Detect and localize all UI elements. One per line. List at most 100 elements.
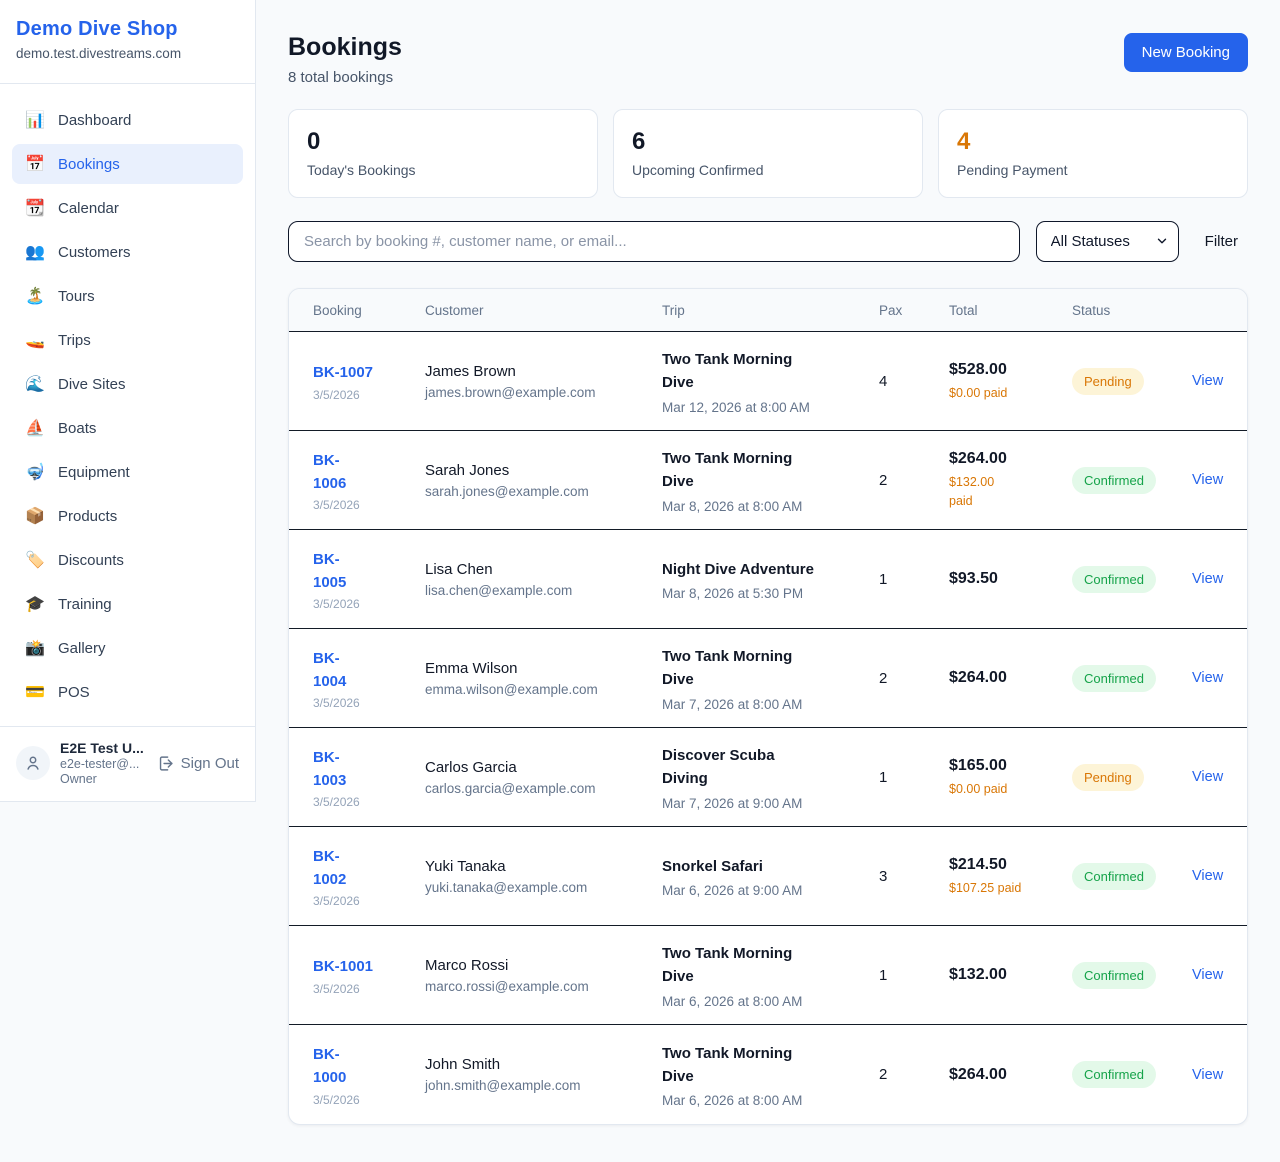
trip-cell: Two Tank Morning Dive Mar 7, 2026 at 8:0… [662, 645, 879, 712]
sidebar-item-equipment[interactable]: 🤿 Equipment [12, 452, 243, 492]
sidebar: Demo Dive Shop demo.test.divestreams.com… [0, 0, 256, 802]
search-input[interactable] [288, 221, 1020, 262]
booking-number-link[interactable]: BK-1001 [313, 955, 425, 978]
view-link[interactable]: View [1192, 769, 1223, 785]
stat-label: Upcoming Confirmed [632, 162, 904, 178]
customer-name: Yuki Tanaka [425, 858, 662, 875]
booking-cell: BK- 1004 3/5/2026 [313, 647, 425, 711]
total-amount: $528.00 [949, 361, 1072, 379]
trip-name: Two Tank Morning Dive [662, 447, 879, 494]
sidebar-item-tours[interactable]: 🏝️ Tours [12, 276, 243, 316]
customer-cell: John Smith john.smith@example.com [425, 1056, 662, 1093]
actions-cell: View [1192, 471, 1223, 489]
total-cell: $264.00 [949, 669, 1072, 687]
sidebar-item-pos[interactable]: 💳 POS [12, 672, 243, 712]
booking-number-link[interactable]: BK- 1005 [313, 548, 425, 595]
dashboard-icon: 📊 [24, 110, 46, 130]
trip-datetime: Mar 6, 2026 at 9:00 AM [662, 883, 879, 898]
user-icon [24, 754, 42, 772]
customer-email: carlos.garcia@example.com [425, 781, 662, 796]
status-badge: Confirmed [1072, 1061, 1156, 1088]
status-cell: Confirmed [1072, 1061, 1192, 1088]
total-cell: $93.50 [949, 570, 1072, 588]
table-row: BK- 1005 3/5/2026 Lisa Chen lisa.chen@ex… [289, 530, 1247, 629]
table-header-row: Booking Customer Trip Pax Total Status [289, 289, 1247, 332]
pax-cell: 2 [879, 472, 949, 489]
boats-icon: ⛵ [24, 418, 46, 438]
sidebar-item-products[interactable]: 📦 Products [12, 496, 243, 536]
sidebar-item-bookings[interactable]: 📅 Bookings [12, 144, 243, 184]
column-header-customer: Customer [425, 303, 662, 318]
view-link[interactable]: View [1192, 1067, 1223, 1083]
paid-amount: $0.00 paid [949, 384, 1072, 403]
pax-cell: 1 [879, 571, 949, 588]
booking-number-link[interactable]: BK- 1000 [313, 1043, 425, 1090]
booking-number-link[interactable]: BK- 1006 [313, 449, 425, 496]
sidebar-item-label: Discounts [58, 552, 124, 569]
stat-value: 4 [957, 129, 1229, 155]
table-row: BK- 1002 3/5/2026 Yuki Tanaka yuki.tanak… [289, 827, 1247, 926]
shop-name[interactable]: Demo Dive Shop [16, 18, 239, 41]
total-cell: $214.50 $107.25 paid [949, 856, 1072, 898]
booking-number-link[interactable]: BK- 1003 [313, 746, 425, 793]
trips-icon: 🚤 [24, 330, 46, 350]
booking-number-link[interactable]: BK-1007 [313, 361, 425, 384]
total-cell: $264.00 $132.00 paid [949, 450, 1072, 511]
view-link[interactable]: View [1192, 967, 1223, 983]
table-body: BK-1007 3/5/2026 James Brown james.brown… [289, 332, 1247, 1124]
trip-cell: Discover Scuba Diving Mar 7, 2026 at 9:0… [662, 744, 879, 811]
sidebar-item-label: Calendar [58, 200, 119, 217]
sidebar-item-label: Dive Sites [58, 376, 126, 393]
sign-out-label: Sign Out [181, 755, 239, 772]
total-cell: $165.00 $0.00 paid [949, 757, 1072, 799]
booking-cell: BK-1007 3/5/2026 [313, 361, 425, 401]
column-header-status: Status [1072, 303, 1192, 318]
booking-number-link[interactable]: BK- 1004 [313, 647, 425, 694]
view-link[interactable]: View [1192, 670, 1223, 686]
customer-name: John Smith [425, 1056, 662, 1073]
booking-cell: BK- 1005 3/5/2026 [313, 548, 425, 612]
stat-label: Today's Bookings [307, 162, 579, 178]
equipment-icon: 🤿 [24, 462, 46, 482]
status-badge: Confirmed [1072, 962, 1156, 989]
view-link[interactable]: View [1192, 868, 1223, 884]
sidebar-item-dive-sites[interactable]: 🌊 Dive Sites [12, 364, 243, 404]
customers-icon: 👥 [24, 242, 46, 262]
status-badge: Pending [1072, 764, 1144, 791]
trip-name: Two Tank Morning Dive [662, 1042, 879, 1089]
paid-amount: $107.25 paid [949, 879, 1072, 898]
view-link[interactable]: View [1192, 571, 1223, 587]
sidebar-item-calendar[interactable]: 📆 Calendar [12, 188, 243, 228]
table-row: BK- 1006 3/5/2026 Sarah Jones sarah.jone… [289, 431, 1247, 530]
sidebar-item-trips[interactable]: 🚤 Trips [12, 320, 243, 360]
new-booking-button[interactable]: New Booking [1124, 33, 1248, 72]
sign-out-button[interactable]: Sign Out [157, 755, 239, 772]
paid-amount: $132.00 paid [949, 473, 1072, 511]
stat-label: Pending Payment [957, 162, 1229, 178]
booking-number-link[interactable]: BK- 1002 [313, 845, 425, 892]
sidebar-item-boats[interactable]: ⛵ Boats [12, 408, 243, 448]
paid-amount: $0.00 paid [949, 780, 1072, 799]
sidebar-item-dashboard[interactable]: 📊 Dashboard [12, 100, 243, 140]
customer-email: marco.rossi@example.com [425, 979, 662, 994]
sidebar-item-label: Bookings [58, 156, 120, 173]
pax-cell: 1 [879, 769, 949, 786]
column-header-total: Total [949, 303, 1072, 318]
filter-button[interactable]: Filter [1195, 233, 1248, 250]
customer-cell: Yuki Tanaka yuki.tanaka@example.com [425, 858, 662, 895]
stat-card: 0 Today's Bookings [288, 109, 598, 198]
trip-cell: Night Dive Adventure Mar 8, 2026 at 5:30… [662, 558, 879, 601]
view-link[interactable]: View [1192, 472, 1223, 488]
customer-cell: Carlos Garcia carlos.garcia@example.com [425, 759, 662, 796]
sidebar-item-discounts[interactable]: 🏷️ Discounts [12, 540, 243, 580]
status-badge: Confirmed [1072, 863, 1156, 890]
sidebar-item-customers[interactable]: 👥 Customers [12, 232, 243, 272]
pax-cell: 1 [879, 967, 949, 984]
view-link[interactable]: View [1192, 373, 1223, 389]
booking-cell: BK- 1003 3/5/2026 [313, 746, 425, 810]
sidebar-item-gallery[interactable]: 📸 Gallery [12, 628, 243, 668]
status-filter-select[interactable]: All Statuses [1036, 221, 1179, 262]
sidebar-item-label: Dashboard [58, 112, 131, 129]
sidebar-item-training[interactable]: 🎓 Training [12, 584, 243, 624]
customer-name: Emma Wilson [425, 660, 662, 677]
